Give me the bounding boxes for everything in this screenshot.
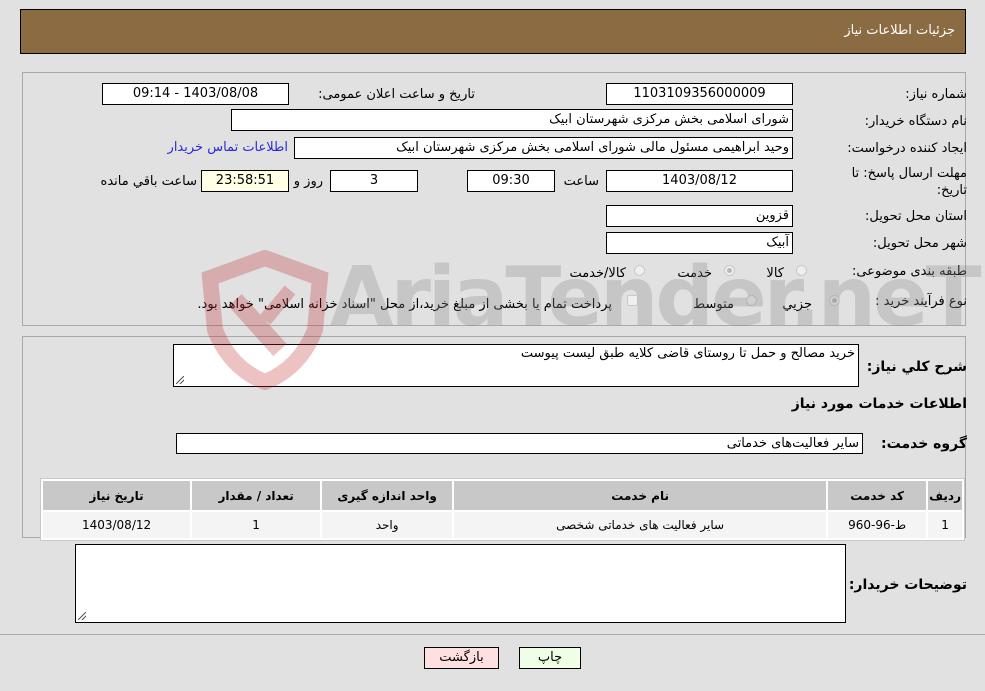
category-option-goods: کالا [766,266,784,281]
cell-service-code: ط-96-960 [828,512,927,538]
process-option-medium: متوسط [693,297,734,312]
resize-grip-icon[interactable] [176,376,184,384]
treasury-checkbox[interactable] [627,295,638,306]
need-number-label: شماره نیاز: [905,87,967,102]
col-need-date: تاریخ نیاز [43,481,191,510]
summary-textarea[interactable]: خرید مصالح و حمل تا روستای قاضی کلایه طب… [173,344,859,387]
category-option-service: خدمت [677,266,712,281]
deadline-time-field: 09:30 [467,170,555,192]
days-remaining-field: 3 [330,170,418,192]
city-label: شهر محل تحویل: [872,236,967,251]
days-label: روز و [293,174,323,189]
time-remaining-label: ساعت باقي مانده [100,174,197,189]
process-option-minor: جزيي [782,297,812,312]
summary-text: خرید مصالح و حمل تا روستای قاضی کلایه طب… [520,346,855,361]
deadline-time-label: ساعت [563,174,599,189]
announce-label: تاریخ و ساعت اعلان عمومی: [318,87,475,102]
deadline-label-date: تاریخ: [936,183,967,198]
category-label: طبقه بندی موضوعی: [851,264,967,279]
announce-datetime-field: 1403/08/08 - 09:14 [102,83,289,105]
category-radio-goods[interactable] [796,265,807,276]
time-remaining-field: 23:58:51 [201,170,289,192]
creator-label: ایجاد کننده درخواست: [847,141,967,156]
category-option-goods-service: کالا/خدمت [569,266,626,281]
buyer-contact-link[interactable]: اطلاعات تماس خریدار [168,140,288,155]
category-radio-goods-service[interactable] [634,265,645,276]
cell-quantity: 1 [192,512,321,538]
buyer-notes-textarea[interactable] [75,544,846,623]
process-radio-minor[interactable] [829,295,840,306]
col-service-name: نام خدمت [454,481,827,510]
footer-divider [0,634,985,635]
cell-unit: واحد [322,512,453,538]
need-number-field: 1103109356000009 [606,83,793,105]
col-quantity: تعداد / مقدار [192,481,321,510]
services-section-title: اطلاعات خدمات مورد نیاز [791,396,967,412]
creator-field: وحید ابراهیمی مسئول مالی شورای اسلامی بخ… [294,137,793,159]
print-button[interactable]: چاپ [519,647,581,669]
services-table: ردیف کد خدمت نام خدمت واحد اندازه گیری ت… [40,478,965,541]
resize-grip-icon[interactable] [78,612,86,620]
city-field: آبیک [606,232,793,254]
process-radio-medium[interactable] [746,295,757,306]
summary-label: شرح کلي نیاز: [866,359,967,375]
service-group-label: گروه خدمت: [881,436,967,452]
col-service-code: کد خدمت [828,481,927,510]
page-header: جزئیات اطلاعات نیاز [20,9,966,54]
buyer-org-label: نام دستگاه خریدار: [864,114,967,129]
col-row-number: ردیف [928,481,962,510]
treasury-note: پرداخت تمام یا بخشی از مبلغ خرید،از محل … [197,297,612,312]
province-field: قزوین [606,205,793,227]
service-group-field: سایر فعالیت‌های خدماتی [176,433,863,454]
cell-need-date: 1403/08/12 [43,512,191,538]
process-label: نوع فرآیند خرید : [875,294,967,309]
deadline-label: مهلت ارسال پاسخ: تا [851,166,967,181]
cell-service-name: سایر فعالیت های خدماتی شخصی [454,512,827,538]
deadline-date-field: 1403/08/12 [606,170,793,192]
cell-row-number: 1 [928,512,962,538]
buyer-org-field: شورای اسلامی بخش مرکزی شهرستان ابیک [231,109,793,131]
back-button[interactable]: بازگشت [424,647,499,669]
category-radio-service[interactable] [724,265,735,276]
buyer-notes-label: توضیحات خریدار: [848,577,967,593]
province-label: استان محل تحویل: [865,209,967,224]
table-row: 1 ط-96-960 سایر فعالیت های خدماتی شخصی و… [43,512,962,538]
table-header-row: ردیف کد خدمت نام خدمت واحد اندازه گیری ت… [43,481,962,510]
col-unit: واحد اندازه گیری [322,481,453,510]
page-title: جزئیات اطلاعات نیاز [844,23,955,38]
